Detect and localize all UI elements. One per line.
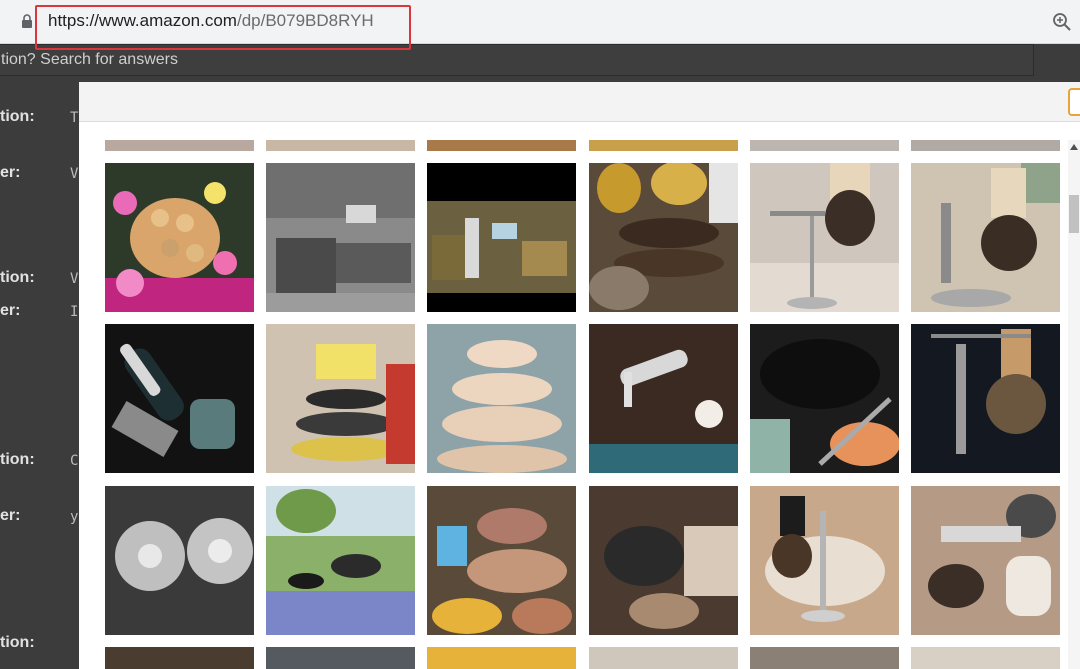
thumb-razor-brush-stand[interactable] xyxy=(911,163,1060,312)
thumb-black-cat[interactable] xyxy=(750,324,899,473)
url-path: /dp/B079BD8RYH xyxy=(236,11,374,30)
close-button[interactable] xyxy=(1068,88,1080,116)
qa-fragment: V xyxy=(70,271,79,287)
thumb-badger-brush-stand[interactable] xyxy=(911,324,1060,473)
qa-label: tion: xyxy=(0,269,35,286)
thumb-partial-bottom[interactable] xyxy=(105,647,254,669)
zoom-icon[interactable] xyxy=(1052,12,1072,32)
qa-fragment: I xyxy=(70,304,79,320)
qa-fragment: C xyxy=(70,453,79,469)
thumb-partial-top[interactable] xyxy=(589,140,738,151)
qa-label: er: xyxy=(0,164,21,181)
thumb-razor-handle-dark[interactable] xyxy=(105,324,254,473)
thumb-sink-shaving-set[interactable] xyxy=(911,486,1060,635)
address-bar[interactable]: https://www.amazon.com/dp/B079BD8RYH xyxy=(0,0,1080,44)
url-domain: https://www.amazon.com xyxy=(48,11,237,30)
thumb-video-room[interactable] xyxy=(427,163,576,312)
thumb-donut-tower[interactable] xyxy=(105,163,254,312)
qa-fragment: V xyxy=(70,166,79,182)
thumb-cupcake-party[interactable] xyxy=(427,486,576,635)
image-gallery-modal xyxy=(79,82,1080,669)
gallery-scrollbar[interactable] xyxy=(1068,140,1080,669)
thumb-partial-bottom[interactable] xyxy=(589,647,738,669)
thumb-partial-bottom[interactable] xyxy=(427,647,576,669)
scroll-up-arrow-icon[interactable] xyxy=(1070,144,1078,150)
modal-header xyxy=(79,82,1080,122)
thumb-partial-bottom[interactable] xyxy=(750,647,899,669)
qa-search-field[interactable]: tion? Search for answers xyxy=(0,44,1034,76)
qa-fragment: y xyxy=(70,509,79,525)
qa-label: tion: xyxy=(0,634,35,651)
thumb-outdoor-party-table[interactable] xyxy=(266,486,415,635)
qa-label: tion: xyxy=(0,108,35,125)
thumb-razor-on-table[interactable] xyxy=(589,324,738,473)
thumb-partial-top[interactable] xyxy=(427,140,576,151)
thumb-living-room-bw[interactable] xyxy=(266,163,415,312)
thumb-yellow-cake-tower[interactable] xyxy=(266,324,415,473)
url-text[interactable]: https://www.amazon.com/dp/B079BD8RYH xyxy=(48,11,374,31)
thumb-partial-top[interactable] xyxy=(266,140,415,151)
thumb-gold-balloons-cupcakes[interactable] xyxy=(589,163,738,312)
thumb-cupcake-stand[interactable] xyxy=(427,324,576,473)
thumb-brush-on-sink[interactable] xyxy=(750,486,899,635)
qa-fragment: T xyxy=(70,110,79,126)
thumb-clear-discs[interactable] xyxy=(105,486,254,635)
qa-label: er: xyxy=(0,302,21,319)
thumb-partial-top[interactable] xyxy=(750,140,899,151)
thumb-partial-bottom[interactable] xyxy=(266,647,415,669)
thumb-partial-top[interactable] xyxy=(105,140,254,151)
thumb-shaving-stand-brush[interactable] xyxy=(750,163,899,312)
lock-icon xyxy=(22,14,32,28)
thumb-partial-top[interactable] xyxy=(911,140,1060,151)
thumb-partial-bottom[interactable] xyxy=(911,647,1060,669)
thumb-cat-on-chair[interactable] xyxy=(589,486,738,635)
qa-label: er: xyxy=(0,507,21,524)
scrollbar-thumb[interactable] xyxy=(1069,195,1079,233)
qa-label: tion: xyxy=(0,451,35,468)
